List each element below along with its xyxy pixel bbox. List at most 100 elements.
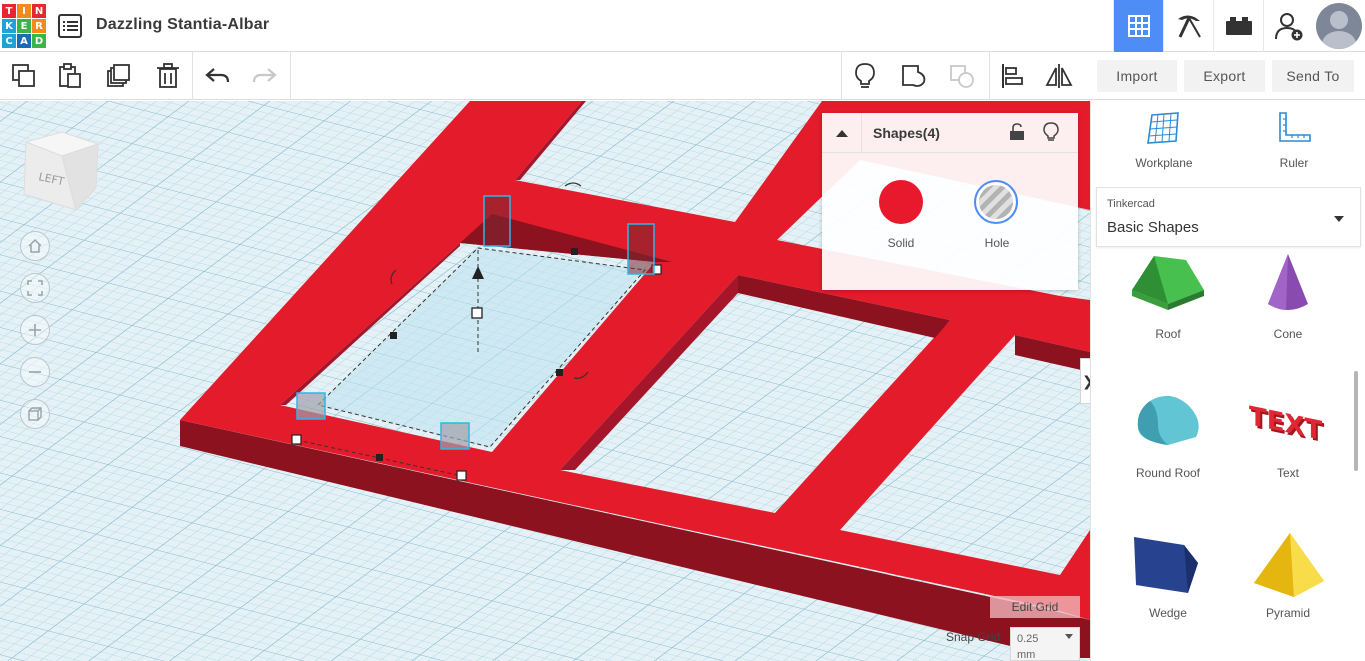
- trash-icon: [157, 63, 179, 88]
- shape-cone[interactable]: Cone: [1228, 254, 1348, 346]
- inspector-title: Shapes(4): [873, 125, 940, 141]
- snap-grid-label: Snap Grid: [946, 630, 1001, 644]
- delete-button[interactable]: [154, 62, 182, 90]
- workplane-label: Workplane: [1135, 156, 1193, 170]
- cone-shape-icon: [1268, 254, 1308, 310]
- hole-swatch[interactable]: [974, 180, 1018, 224]
- design-list-icon[interactable]: [58, 14, 82, 38]
- ungroup-icon: [950, 65, 974, 88]
- library-name: Basic Shapes: [1107, 219, 1199, 236]
- grid-icon: [1127, 15, 1150, 37]
- solid-color-swatch[interactable]: [879, 180, 923, 224]
- workplane-tool[interactable]: Workplane: [1104, 111, 1224, 170]
- brick-icon: [1225, 17, 1252, 35]
- shape-roof[interactable]: Roof: [1108, 256, 1228, 346]
- avatar[interactable]: [1316, 3, 1362, 49]
- mirror-button[interactable]: [1045, 62, 1073, 90]
- tinkercad-logo[interactable]: T I N K E R C A D: [2, 4, 46, 48]
- codeblocks-button[interactable]: [1163, 0, 1213, 52]
- snap-grid-unit: mm: [1017, 649, 1036, 661]
- home-icon: [28, 238, 42, 253]
- align-button[interactable]: [998, 62, 1026, 90]
- home-view-button[interactable]: [20, 231, 50, 261]
- fit-view-button[interactable]: [20, 273, 50, 303]
- logo-letter: E: [17, 19, 31, 33]
- hide-button[interactable]: [1043, 122, 1059, 147]
- paste-button[interactable]: [56, 62, 84, 90]
- fit-icon: [27, 280, 43, 296]
- logo-letter: N: [32, 4, 46, 18]
- view-cube[interactable]: LEFT: [22, 130, 102, 212]
- ruler-icon: [1279, 112, 1311, 142]
- pickaxe-icon: [1177, 15, 1201, 38]
- logo-letter: C: [2, 34, 16, 48]
- shape-wedge[interactable]: Wedge: [1108, 531, 1228, 621]
- edit-grid-button[interactable]: Edit Grid: [990, 596, 1080, 618]
- shape-label: Text: [1276, 466, 1299, 480]
- redo-button[interactable]: [250, 62, 278, 90]
- lightbulb-icon: [855, 63, 875, 88]
- invite-button[interactable]: [1263, 0, 1313, 52]
- align-icon: [1002, 64, 1023, 88]
- duplicate-button[interactable]: [105, 62, 133, 90]
- shape-label: Pyramid: [1265, 606, 1310, 620]
- caret-down-icon: [1334, 216, 1344, 222]
- undo-icon: [205, 68, 230, 83]
- ruler-label: Ruler: [1279, 156, 1309, 170]
- shapes-panel: Workplane Ruler Tinkercad Basic Shapes R…: [1090, 101, 1365, 661]
- undo-button[interactable]: [204, 62, 232, 90]
- round-roof-shape-icon: [1137, 395, 1199, 445]
- lightbulb-icon: [1043, 122, 1059, 141]
- hole-label: Hole: [984, 236, 1010, 250]
- logo-letter: T: [2, 4, 16, 18]
- add-user-icon: [1274, 13, 1302, 41]
- shape-inspector: Shapes(4) Solid Hole: [822, 113, 1078, 290]
- shape-round-roof[interactable]: Round Roof: [1108, 391, 1228, 481]
- logo-letter: D: [32, 34, 46, 48]
- 3d-design-view-button[interactable]: [1113, 0, 1163, 52]
- group-button[interactable]: [900, 62, 928, 90]
- perspective-button[interactable]: [20, 399, 50, 429]
- wedge-shape-icon: [1134, 537, 1198, 593]
- paste-icon: [59, 63, 81, 88]
- ruler-tool[interactable]: Ruler: [1234, 111, 1354, 170]
- text-shape-icon: TEXT TEXT: [1249, 402, 1324, 450]
- logo-letter: R: [32, 19, 46, 33]
- duplicate-icon: [107, 64, 130, 87]
- ungroup-button[interactable]: [948, 62, 976, 90]
- logo-letter: K: [2, 19, 16, 33]
- plus-icon: [29, 324, 41, 336]
- library-category: Tinkercad: [1107, 198, 1155, 210]
- shape-text[interactable]: TEXT TEXT Text: [1228, 391, 1348, 481]
- redo-icon: [252, 68, 277, 83]
- lock-button[interactable]: [1009, 123, 1025, 146]
- shape-library-select[interactable]: Tinkercad Basic Shapes: [1096, 187, 1361, 247]
- cube-icon: [28, 407, 42, 421]
- shape-label: Roof: [1155, 327, 1181, 341]
- shape-label: Round Roof: [1135, 466, 1201, 480]
- solid-label: Solid: [887, 236, 915, 250]
- snap-grid-value: 0.25: [1017, 633, 1039, 645]
- copy-icon: [12, 64, 35, 87]
- caret-down-icon: [1065, 634, 1073, 639]
- mirror-icon: [1045, 64, 1073, 88]
- notes-button[interactable]: [851, 62, 879, 90]
- zoom-in-button[interactable]: [20, 315, 50, 345]
- send-to-button[interactable]: Send To: [1272, 60, 1354, 92]
- panel-scrollbar[interactable]: [1354, 371, 1358, 471]
- group-icon: [902, 65, 926, 87]
- snap-grid-select[interactable]: 0.25 mm: [1010, 627, 1080, 661]
- document-title[interactable]: Dazzling Stantia-Albar: [96, 16, 269, 34]
- zoom-out-button[interactable]: [20, 357, 50, 387]
- bricks-button[interactable]: [1213, 0, 1263, 52]
- export-button[interactable]: Export: [1184, 60, 1265, 92]
- import-button[interactable]: Import: [1097, 60, 1177, 92]
- collapse-inspector-button[interactable]: [822, 113, 862, 153]
- shape-pyramid[interactable]: Pyramid: [1228, 531, 1348, 621]
- caret-up-icon: [835, 130, 848, 137]
- logo-letter: A: [17, 34, 31, 48]
- copy-button[interactable]: [10, 62, 38, 90]
- top-bar: T I N K E R C A D Dazzling Stantia-Albar: [0, 0, 1365, 52]
- pyramid-shape-icon: [1254, 533, 1324, 597]
- shape-label: Wedge: [1149, 606, 1187, 620]
